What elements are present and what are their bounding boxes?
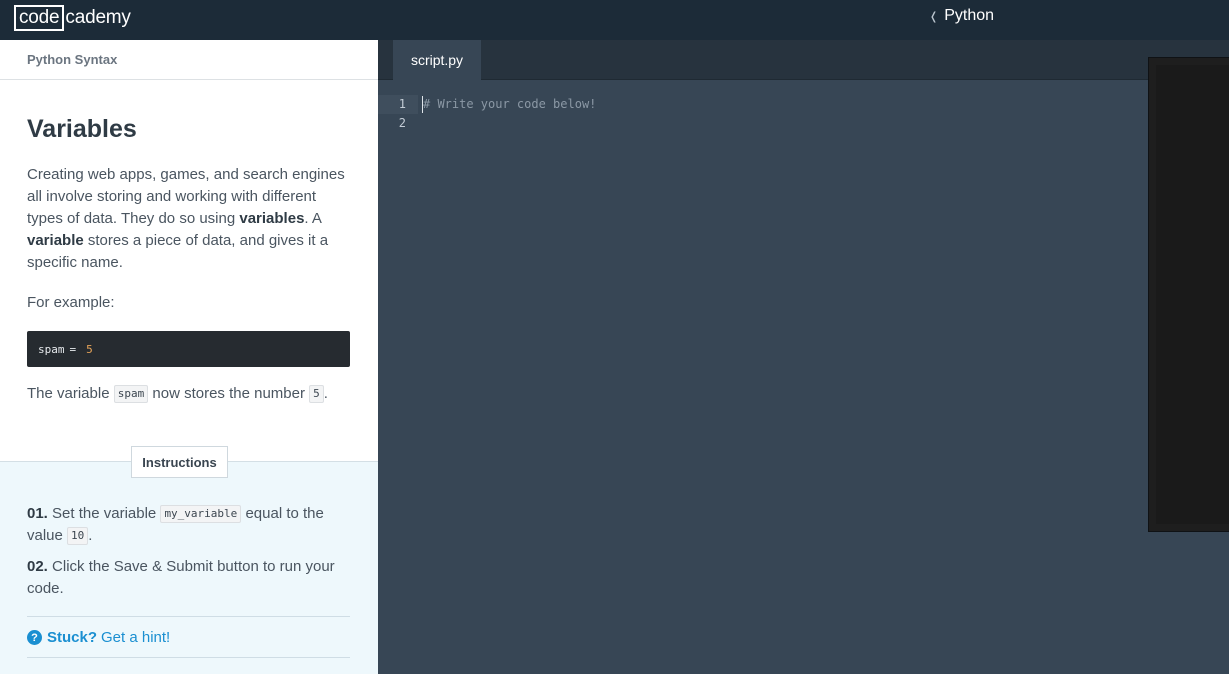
chevron-left-icon: ❬	[929, 10, 939, 23]
inline-code-five: 5	[309, 385, 324, 403]
code-variable: spam	[38, 342, 65, 356]
line-number: 2	[398, 116, 406, 130]
breadcrumb-label: Python	[944, 7, 995, 24]
example-code-block: spam = 5	[27, 331, 350, 367]
logo-box-text: code	[14, 5, 65, 31]
hint-stuck-label: Stuck?	[47, 629, 98, 646]
question-circle-icon: ?	[27, 630, 42, 645]
editor-tab-bar: script.py	[378, 40, 1229, 80]
codecademy-logo[interactable]: code cademy	[14, 5, 131, 31]
inline-code-spam: spam	[113, 385, 149, 403]
lesson-header: Python Syntax	[0, 40, 378, 80]
lesson-panel: Python Syntax Variables Creating web app…	[0, 40, 378, 674]
get-hint-link[interactable]: ? Stuck? Get a hint!	[27, 629, 170, 646]
top-nav-bar: code cademy ❬ Python	[0, 0, 1229, 40]
instruction-step-1: 01. Set the variable my_variable equal t…	[27, 505, 324, 545]
inline-code-my-variable: my_variable	[160, 505, 242, 523]
lesson-explanation-paragraph: The variable spam now stores the number …	[27, 385, 328, 403]
hint-link-text: Get a hint!	[101, 629, 171, 646]
inline-code-ten: 10	[67, 527, 89, 545]
instructions-tab: Instructions	[131, 446, 228, 478]
code-editor-panel: script.py 1 2 # Write your code below!	[378, 40, 1229, 674]
output-console-inner	[1156, 65, 1229, 524]
line-number-gutter: 1 2	[378, 95, 418, 133]
instruction-step-2: 02. Click the Save & Submit button to ru…	[27, 558, 335, 597]
logo-rest-text: cademy	[65, 7, 131, 28]
example-label: For example:	[27, 294, 115, 311]
text-cursor	[422, 96, 423, 113]
output-console[interactable]	[1148, 57, 1229, 532]
code-number: 5	[86, 342, 93, 356]
code-operator: =	[69, 342, 77, 356]
course-breadcrumb[interactable]: ❬ Python	[929, 7, 994, 25]
lesson-intro-paragraph: Creating web apps, games, and search eng…	[27, 166, 345, 271]
file-tab-script-py[interactable]: script.py	[393, 40, 481, 80]
hint-divider-bottom	[27, 657, 350, 658]
hint-divider-top	[27, 616, 350, 617]
code-line-1[interactable]: # Write your code below!	[423, 95, 596, 114]
lesson-title: Variables	[27, 115, 137, 143]
line-number: 1	[378, 95, 418, 114]
